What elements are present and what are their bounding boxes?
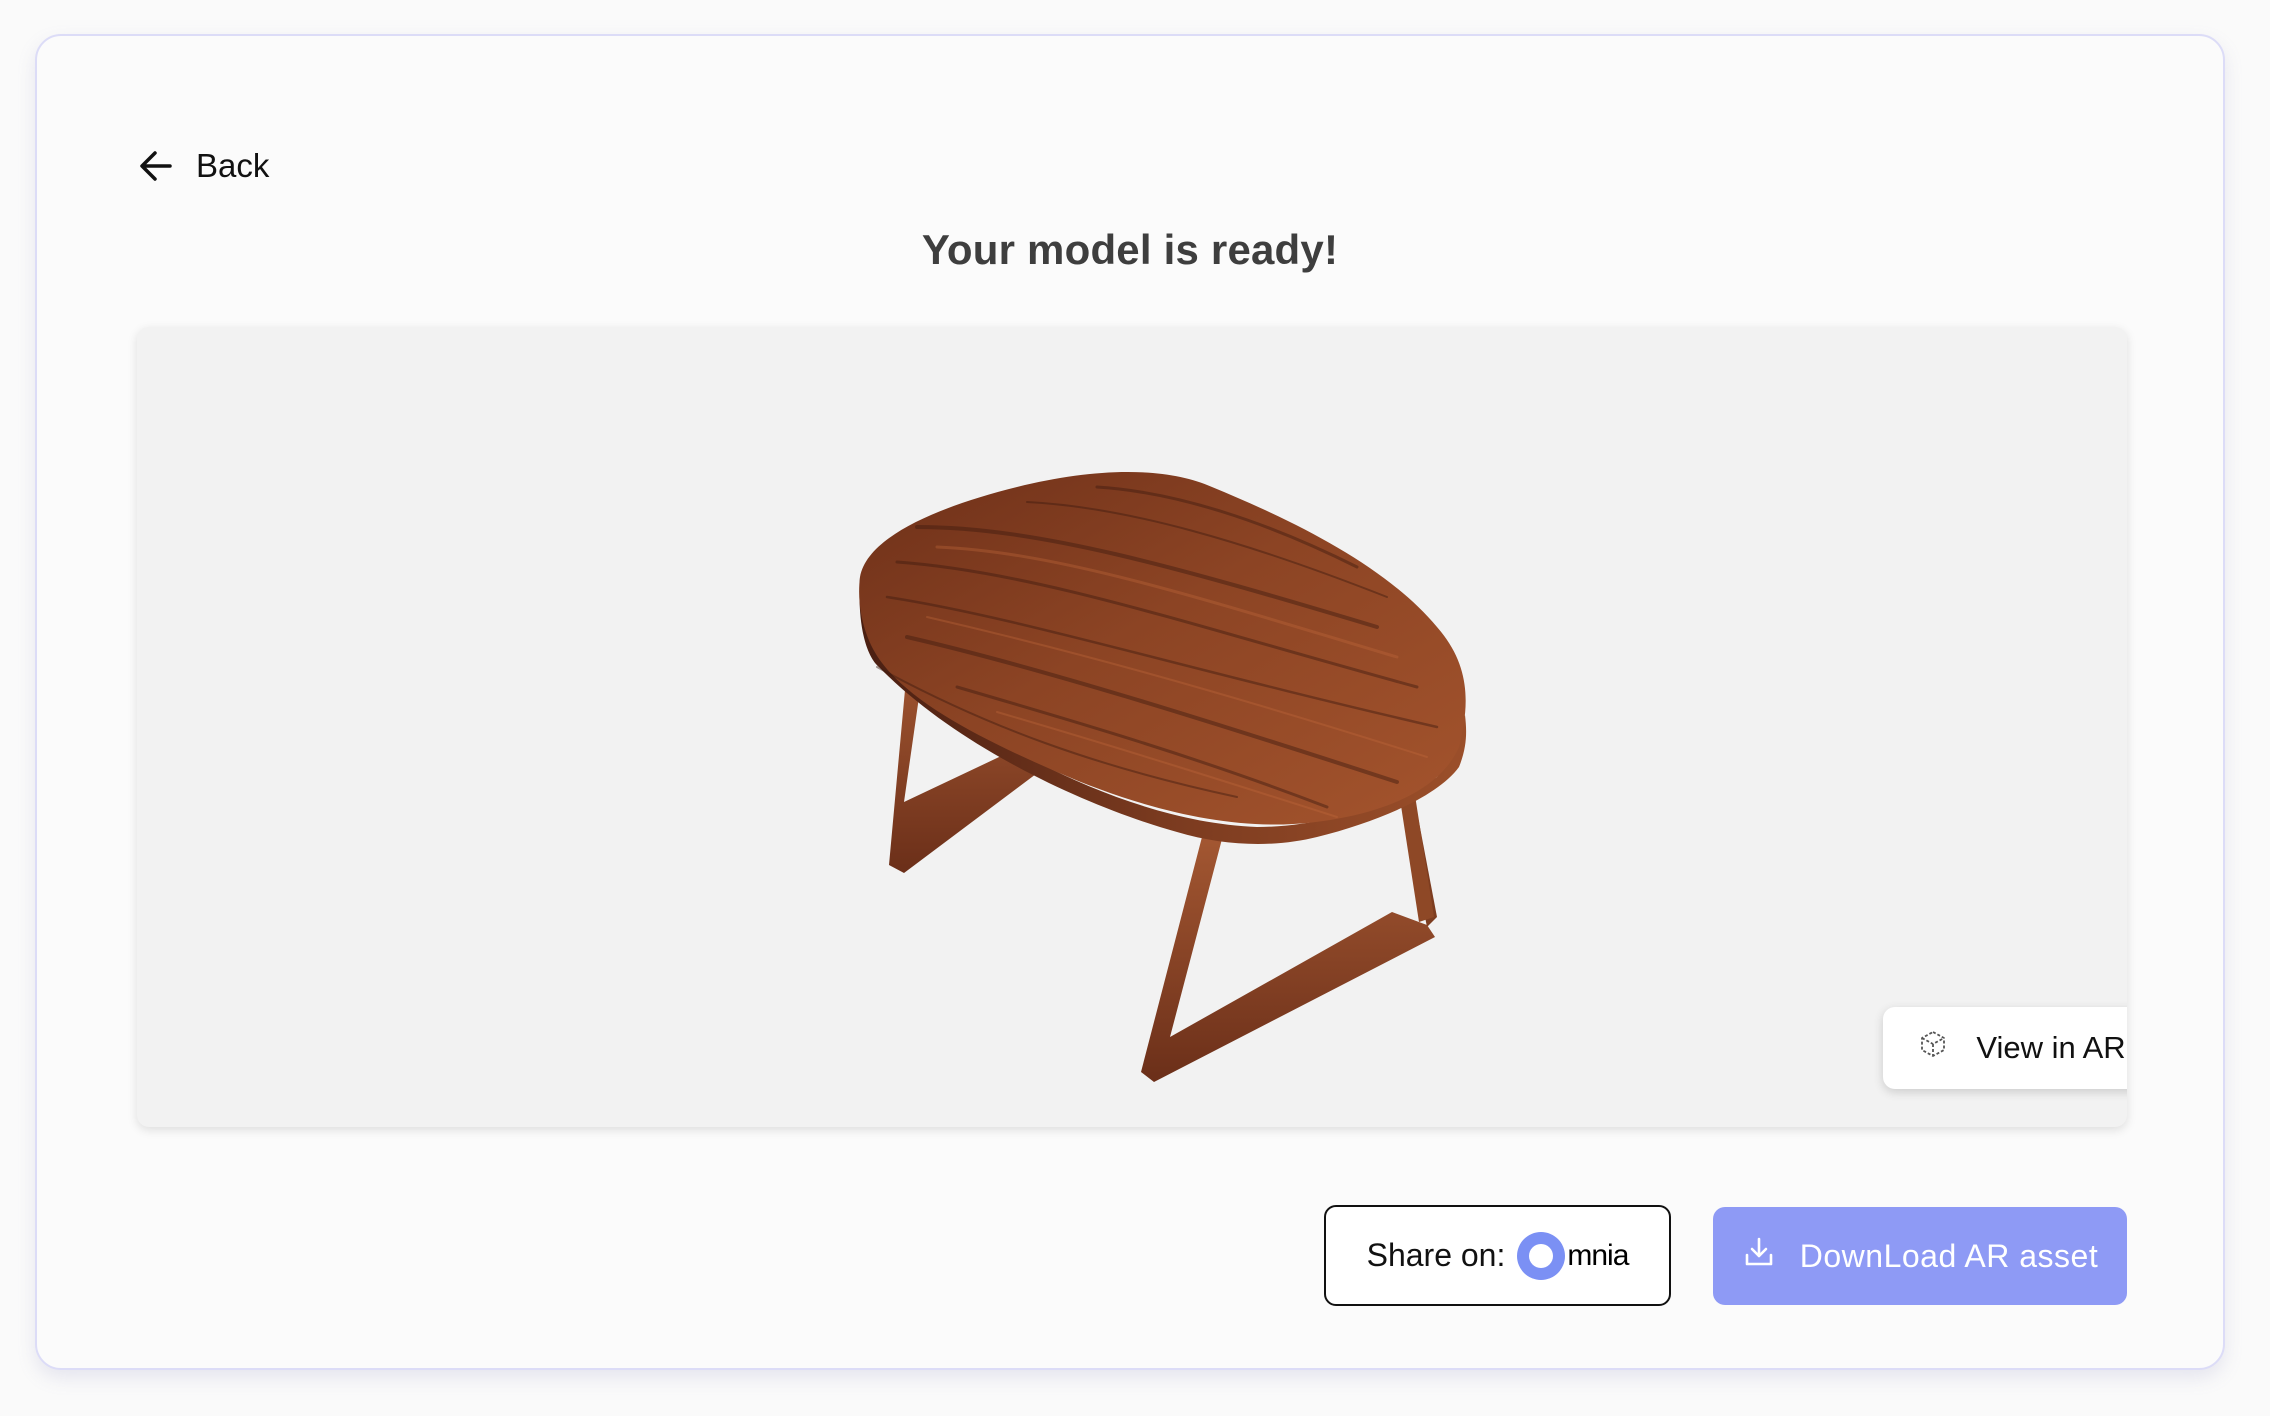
omnia-brand-text: mnia [1567, 1238, 1629, 1272]
back-button[interactable]: Back [138, 136, 269, 196]
download-ar-asset-button[interactable]: DownLoad AR asset [1713, 1207, 2127, 1305]
cube-icon [1918, 1029, 1948, 1067]
download-label: DownLoad AR asset [1799, 1237, 2099, 1274]
download-icon [1742, 1235, 1776, 1277]
back-label: Back [196, 147, 270, 184]
omnia-logo: mnia [1517, 1231, 1629, 1280]
view-in-ar-label: View in AR [1976, 1030, 2126, 1065]
view-in-ar-button[interactable]: View in AR [1883, 1007, 2127, 1089]
model-viewer[interactable]: View in AR [137, 327, 2127, 1127]
arrow-left-icon [138, 148, 174, 184]
omnia-logo-icon [1517, 1231, 1566, 1280]
share-label: Share on: [1366, 1237, 1506, 1273]
table-leg-front [1141, 837, 1435, 1082]
wooden-table-model[interactable] [137, 327, 2127, 1127]
page-title: Your model is ready! [921, 226, 1339, 273]
model-ready-card: Back Your model is ready! View in AR Sha… [35, 34, 2225, 1370]
share-on-omnia-button[interactable]: Share on: mnia [1324, 1205, 1671, 1306]
